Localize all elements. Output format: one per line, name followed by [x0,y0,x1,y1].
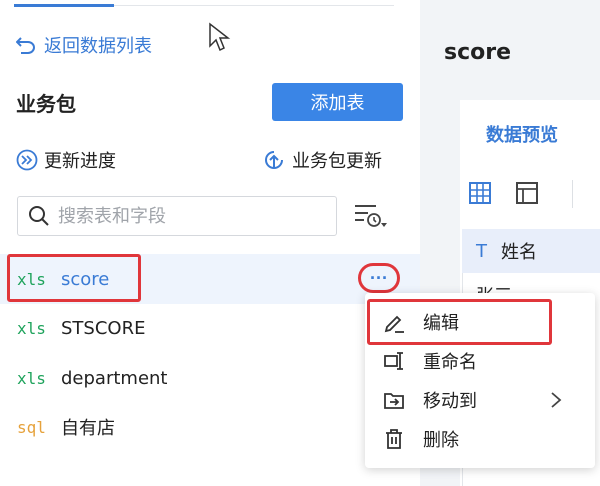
table-row[interactable]: xls STSCORE [0,303,420,353]
more-options-button[interactable]: ··· [358,263,400,293]
update-progress-button[interactable]: 更新进度 [16,147,116,173]
toolbar-divider [572,180,573,208]
trash-icon [386,429,402,449]
menu-item-move-to[interactable]: 移动到 [365,381,595,419]
table-row[interactable]: xls department [0,353,420,403]
grid-view-icon[interactable] [468,181,492,209]
preview-table-title: score [444,40,512,65]
search-box[interactable] [17,196,337,236]
column-header-name[interactable]: T 姓名 [462,229,600,273]
text-type-icon: T [476,240,487,262]
active-tab-indicator [14,4,114,7]
move-to-folder-icon [384,393,404,409]
edit-item-highlight [367,299,552,345]
update-progress-label: 更新进度 [44,151,116,172]
column-name-label: 姓名 [501,242,537,263]
table-name: department [61,367,168,389]
sql-type-badge: sql [17,417,46,437]
mouse-cursor-icon [208,22,232,58]
progress-icon [16,149,38,171]
sort-filter-icon[interactable] [352,201,388,235]
xls-type-badge: xls [17,318,46,338]
xls-type-badge: xls [17,368,46,388]
menu-item-delete[interactable]: 删除 [365,420,595,458]
tab-data-preview[interactable]: 数据预览 [486,121,558,147]
search-input[interactable] [58,205,318,227]
table-row[interactable]: sql 自有店 [0,402,420,452]
score-row-highlight [7,254,141,302]
upload-refresh-icon [265,151,283,169]
back-arrow-icon [16,37,35,54]
back-link-label: 返回数据列表 [44,36,152,57]
package-update-label: 业务包更新 [292,151,382,172]
menu-item-label: 重命名 [423,352,477,373]
tab-divider [114,5,394,6]
back-to-data-list-link[interactable]: 返回数据列表 [16,32,152,58]
add-table-button[interactable]: 添加表 [272,83,403,121]
search-icon [29,206,49,226]
menu-item-rename[interactable]: 重命名 [365,342,595,380]
layout-view-icon[interactable] [515,181,539,209]
menu-item-label: 删除 [423,430,459,451]
package-update-button[interactable]: 业务包更新 [262,147,382,173]
table-name: 自有店 [61,418,115,439]
menu-item-label: 移动到 [423,391,477,412]
package-title: 业务包 [16,92,76,116]
chevron-right-icon [551,392,562,408]
table-name: STSCORE [61,317,146,339]
rename-icon [384,352,403,370]
